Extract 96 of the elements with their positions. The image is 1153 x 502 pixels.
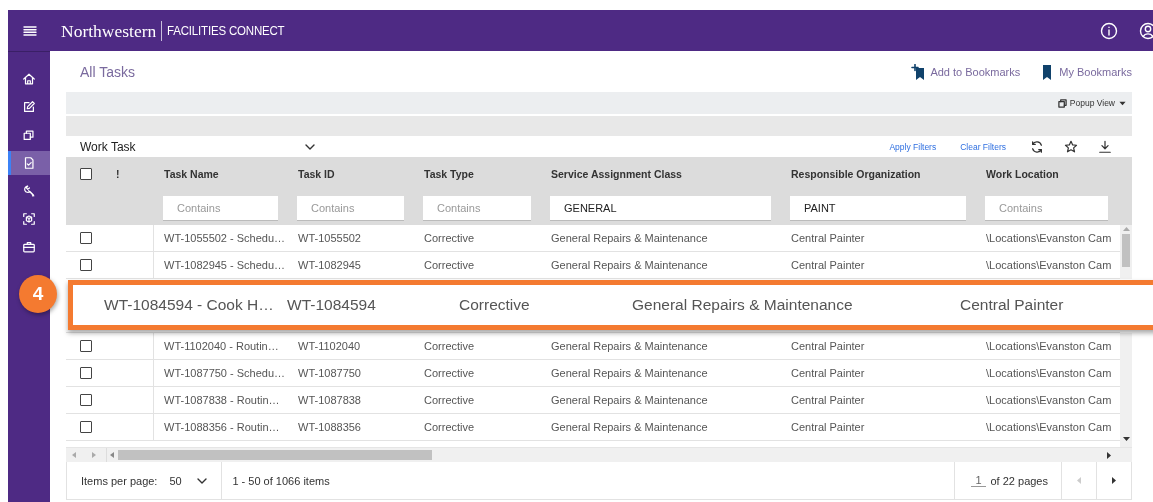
table-cell-text: WT-1087750: [297, 367, 362, 379]
document-check-icon: [22, 156, 36, 170]
table-cell-text: Corrective: [423, 367, 476, 379]
row-checkbox[interactable]: [80, 259, 92, 271]
row-checkbox[interactable]: [80, 421, 92, 433]
filter-field[interactable]: GENERAL: [550, 195, 771, 220]
table-cell-text: WT-1102040: [297, 340, 362, 352]
brand-name: Northwestern: [61, 20, 163, 41]
table-cell-text: General Repairs & Maintenance: [550, 340, 709, 352]
product-name: FACILITIES CONNECT: [167, 23, 285, 38]
table-cell-text: General Repairs & Maintenance: [550, 232, 709, 244]
edit-icon: [22, 100, 36, 114]
filter-field[interactable]: PAINT: [790, 195, 966, 220]
row-checkbox[interactable]: [80, 394, 92, 406]
star-icon[interactable]: [1064, 139, 1078, 154]
table-cell-text: Central Painter: [790, 367, 866, 379]
table-cell-text: General Repairs & Maintenance: [550, 394, 709, 406]
table-cell-text: Central Painter: [790, 421, 866, 433]
horizontal-scrollbar[interactable]: [66, 447, 1132, 462]
vertical-scrollbar[interactable]: [1120, 225, 1132, 279]
chevron-down-icon: [305, 143, 315, 150]
page-field[interactable]: 1: [971, 474, 986, 487]
table-cell-text: General Repairs & Maintenance: [550, 259, 709, 271]
items-per-page-select[interactable]: 50: [169, 474, 208, 487]
copy-icon: [22, 128, 36, 142]
my-bookmarks-link[interactable]: My Bookmarks: [1040, 63, 1132, 80]
row-text: General Repairs & Maintenance: [632, 296, 854, 314]
row-text: WT-1084594: [287, 296, 377, 314]
home-icon: [22, 72, 36, 86]
table-cell-text: Corrective: [423, 421, 476, 433]
dropdown-caret-icon[interactable]: [1119, 100, 1126, 106]
table-cell-text: Central Painter: [790, 340, 866, 352]
user-icon[interactable]: [1139, 21, 1153, 40]
table-cell-text: WT-1088356: [297, 421, 362, 433]
table-cell-text: Central Painter: [790, 259, 866, 271]
page-title: All Tasks: [80, 63, 136, 80]
apply-filters-link[interactable]: Apply Filters: [889, 141, 937, 152]
table-cell-text: Central Painter: [790, 394, 866, 406]
add-bookmark-link[interactable]: Add to Bookmarks: [911, 63, 1021, 80]
chevron-down-icon: [197, 477, 208, 484]
row-text: Corrective: [459, 296, 531, 314]
column-header[interactable]: Task ID: [288, 167, 414, 180]
table-cell-text: \Locations\Evanston Cam: [985, 259, 1113, 271]
table-cell-text: \Locations\Evanston Cam: [985, 394, 1113, 406]
table-cell-text: Central Painter: [790, 232, 866, 244]
select-all-checkbox[interactable]: [80, 167, 92, 180]
table-cell-text: WT-1088356 - Routin…: [163, 421, 281, 433]
table-cell-text: WT-1055502 - Schedu…: [163, 232, 287, 244]
table-cell-text: Corrective: [423, 259, 476, 271]
table-cell-text: General Repairs & Maintenance: [550, 367, 709, 379]
table-cell-text: General Repairs & Maintenance: [550, 421, 709, 433]
scroll-right-icon[interactable]: [1107, 451, 1111, 459]
menu-icon[interactable]: [23, 24, 37, 37]
column-header[interactable]: Responsible Organization: [781, 167, 976, 180]
row-checkbox[interactable]: [80, 232, 92, 244]
popup-view-button[interactable]: Popup View: [1057, 98, 1115, 108]
clear-filters-link[interactable]: Clear Filters: [960, 141, 1006, 152]
wrench-icon: [22, 184, 36, 198]
view-select[interactable]: Work Task: [80, 139, 315, 154]
table-cell-text: WT-1087838: [297, 394, 362, 406]
column-header[interactable]: !: [106, 167, 154, 180]
items-per-page-label: Items per page:: [81, 474, 158, 487]
column-header[interactable]: Service Assignment Class: [541, 167, 781, 180]
row-checkbox[interactable]: [80, 340, 92, 352]
table-cell-text: WT-1082945 - Schedu…: [163, 259, 287, 271]
table-cell-text: WT-1055502: [297, 232, 362, 244]
row-text: WT-1084594 - Cook H…: [104, 296, 275, 314]
row-text: Central Painter: [960, 296, 1065, 314]
page-count-text: of 22 pages: [990, 474, 1048, 487]
table-cell-text: \Locations\Evanston Cam: [985, 340, 1113, 352]
table-cell-text: WT-1087750 - Schedu…: [163, 367, 287, 379]
table-cell-text: WT-1087838 - Routin…: [163, 394, 281, 406]
window-icon: [1057, 98, 1067, 108]
table-cell-text: WT-1102040 - Routin…: [163, 340, 280, 352]
table-cell-text: Corrective: [423, 232, 476, 244]
add-bookmark-icon: [911, 63, 926, 80]
cube-scan-icon: [22, 212, 36, 226]
column-header[interactable]: Work Location: [976, 167, 1118, 180]
row-checkbox[interactable]: [80, 367, 92, 379]
item-range-text: 1 - 50 of 1066 items: [232, 474, 330, 487]
table-cell-text: \Locations\Evanston Cam: [985, 367, 1113, 379]
table-cell-text: \Locations\Evanston Cam: [985, 421, 1113, 433]
scroll-down-icon[interactable]: [1122, 437, 1130, 441]
column-header[interactable]: Task Name: [154, 167, 288, 180]
column-header[interactable]: Task Type: [414, 167, 541, 180]
scrollbar-track[interactable]: [1120, 333, 1132, 447]
table-cell-text: WT-1082945: [297, 259, 362, 271]
scroll-left-icon[interactable]: [110, 452, 114, 458]
briefcase-icon: [22, 240, 36, 254]
refresh-icon[interactable]: [1030, 139, 1044, 154]
next-page-icon[interactable]: [1112, 477, 1116, 484]
table-cell-text: Corrective: [423, 340, 476, 352]
info-icon[interactable]: [1100, 21, 1118, 40]
table-cell-text: \Locations\Evanston Cam: [985, 232, 1113, 244]
table-cell-text: Corrective: [423, 394, 476, 406]
download-icon[interactable]: [1098, 139, 1112, 154]
